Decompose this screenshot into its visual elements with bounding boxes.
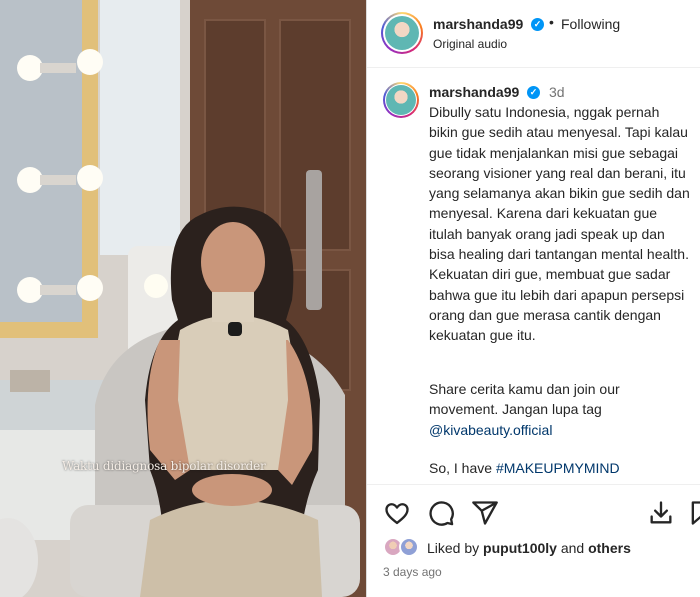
caption-paragraph: Dibully satu Indonesia, nggak pernah bik… [429,104,690,344]
caption-username[interactable]: marshanda99 [429,84,519,100]
verified-badge-icon: ✓ [531,18,544,31]
caption-avatar[interactable] [383,82,419,118]
liker-username[interactable]: puput100ly [483,540,557,556]
caption-text: So, I have [429,460,496,476]
liked-by-text: Liked by puput100ly and others [427,540,631,556]
comment-icon[interactable] [427,499,455,527]
author-username[interactable]: marshanda99 [433,16,523,32]
avatar-image [385,16,419,50]
verified-badge-icon: ✓ [527,86,540,99]
caption-timestamp[interactable]: 3d [549,84,565,100]
hashtag-link[interactable]: #MAKEUPMYMIND [496,460,620,476]
heart-icon[interactable] [383,499,411,527]
caption-text: Share cerita kamu dan join our movement.… [429,381,620,418]
video-frame [0,0,366,597]
save-icon[interactable] [647,499,675,527]
video-subtitle: Waktu didiagnosa bipolar disorder [62,459,266,473]
avatar-image [386,85,416,115]
bookmark-icon[interactable] [687,499,700,527]
post-header: marshanda99 ✓ • Following Original audio [367,0,700,68]
caption-paragraph: Share cerita kamu dan join our movement.… [429,379,691,440]
action-bar: Liked by puput100ly and others 3 days ag… [367,484,700,597]
others-link[interactable]: others [588,540,631,556]
liker-avatar[interactable] [399,537,419,557]
header-separator: • [549,14,554,30]
share-icon[interactable] [471,499,499,527]
reel-video[interactable]: Waktu didiagnosa bipolar disorder [0,0,366,597]
mention-link[interactable]: @kivabeauty.official [429,422,552,438]
post-panel: marshanda99 ✓ • Following Original audio… [367,0,700,597]
avatar[interactable] [381,12,423,54]
post-date[interactable]: 3 days ago [383,565,442,579]
caption-section: marshanda99 ✓ 3d Dibully satu Indonesia,… [367,68,700,484]
audio-link[interactable]: Original audio [433,37,507,51]
caption-paragraph: So, I have #MAKEUPMYMIND [429,458,691,478]
following-button[interactable]: Following [561,16,620,32]
